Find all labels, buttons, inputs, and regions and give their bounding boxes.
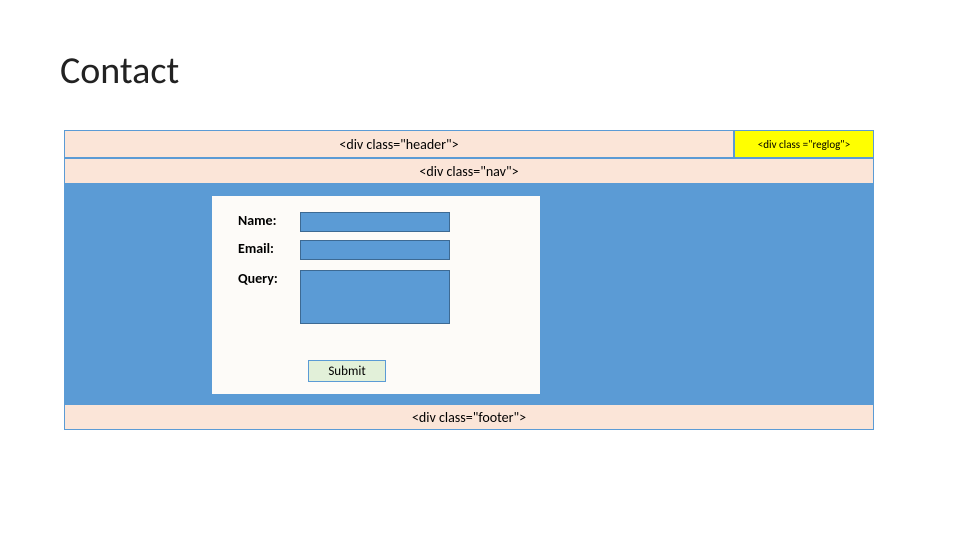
query-textarea[interactable]	[300, 270, 450, 324]
name-input[interactable]	[300, 212, 450, 232]
top-row: <div class="header"> <div class ="reglog…	[64, 130, 874, 158]
header-block: <div class="header">	[64, 130, 734, 158]
page-title: Contact	[60, 48, 179, 94]
footer-block: <div class="footer">	[64, 404, 874, 430]
reglog-label: <div class ="reglog">	[758, 138, 850, 151]
form-row-query: Query:	[238, 270, 450, 324]
nav-block: <div class="nav">	[64, 158, 874, 184]
query-label: Query:	[238, 270, 300, 287]
nav-label: <div class="nav">	[419, 163, 518, 180]
email-input[interactable]	[300, 240, 450, 260]
form-row-email: Email:	[238, 240, 450, 260]
form-row-name: Name:	[238, 212, 450, 232]
main-block: Name: Email: Query: Submit	[64, 184, 874, 404]
layout-wireframe: <div class="header"> <div class ="reglog…	[64, 130, 874, 430]
contact-form-panel: Name: Email: Query: Submit	[211, 195, 541, 395]
footer-label: <div class="footer">	[412, 409, 526, 426]
submit-button[interactable]: Submit	[308, 360, 386, 382]
reglog-block: <div class ="reglog">	[734, 130, 874, 158]
header-label: <div class="header">	[339, 136, 458, 153]
submit-button-label: Submit	[328, 364, 365, 379]
email-label: Email:	[238, 240, 300, 257]
name-label: Name:	[238, 212, 300, 229]
